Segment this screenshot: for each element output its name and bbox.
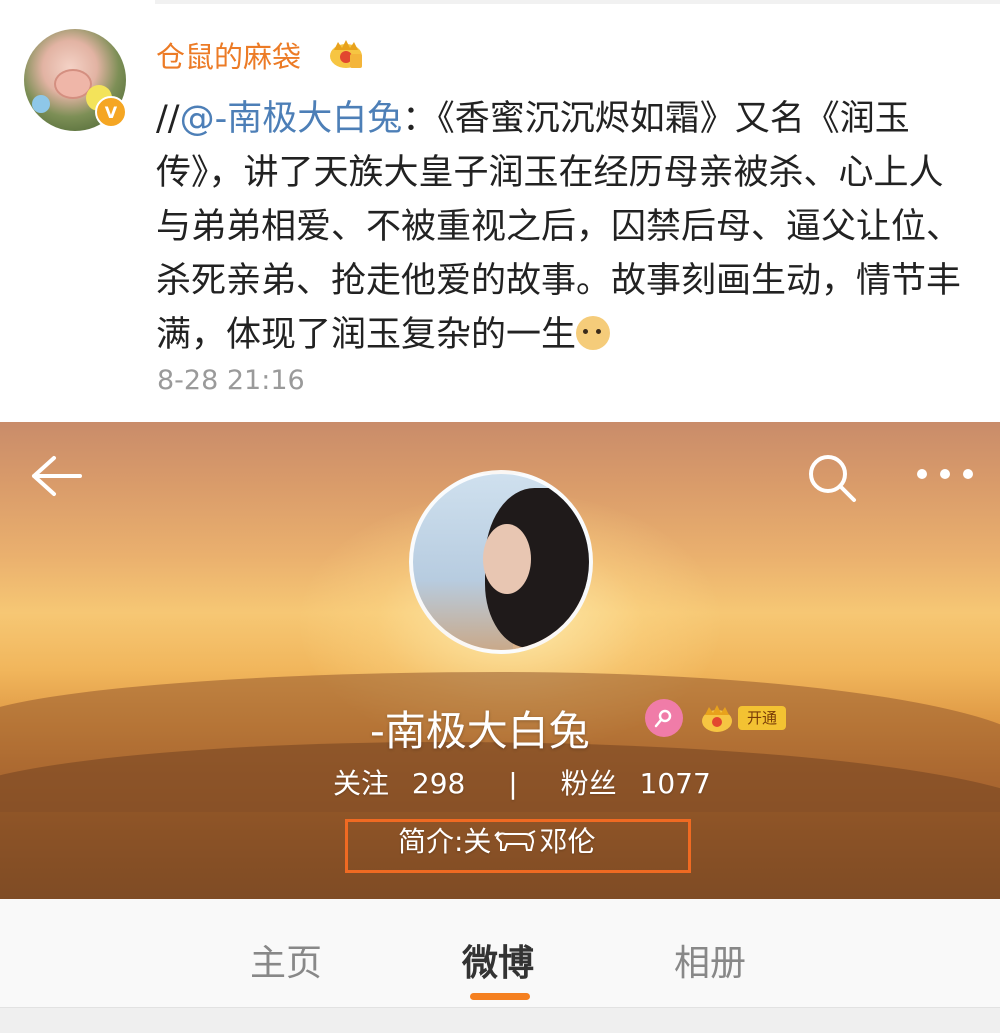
profile-tabs: 主页 微博 相册 bbox=[0, 899, 1000, 1007]
text-prefix: // bbox=[156, 99, 180, 139]
active-tab-indicator bbox=[470, 993, 530, 1000]
vip-badge[interactable]: 开通 bbox=[700, 702, 788, 734]
crown-icon bbox=[330, 40, 362, 68]
doge-emoji-icon bbox=[576, 316, 611, 350]
crown-icon bbox=[702, 705, 732, 732]
tab-album[interactable]: 相册 bbox=[674, 934, 746, 986]
post-text: //@-南极大白兔：《香蜜沉沉烬如霜》又名《润玉传》，讲了天族大皇子润玉在经历母… bbox=[156, 92, 976, 362]
back-arrow-icon[interactable] bbox=[28, 454, 84, 498]
avatar-face bbox=[483, 524, 531, 594]
verified-icon: V bbox=[95, 96, 127, 128]
following-label[interactable]: 关注 bbox=[333, 767, 389, 800]
profile-header: -南极大白兔 开通 关注 298 | 粉丝 1077 简介:关 邓伦 bbox=[0, 422, 1000, 899]
repost-card: 委屈 V 仓鼠的麻袋 //@-南极大白兔：《香蜜沉沉烬如霜》又名《润玉传》，讲了… bbox=[0, 0, 1000, 422]
divider bbox=[155, 0, 1000, 4]
following-count[interactable]: 298 bbox=[412, 767, 465, 800]
followers-count[interactable]: 1077 bbox=[640, 767, 711, 800]
bottom-strip bbox=[0, 1007, 1000, 1033]
highlight-box bbox=[345, 819, 691, 873]
profile-avatar[interactable] bbox=[409, 470, 593, 654]
avatar-ball-small bbox=[32, 95, 50, 113]
search-icon[interactable] bbox=[806, 452, 858, 504]
post-timestamp: 8-28 21:16 bbox=[157, 365, 305, 396]
tab-home[interactable]: 主页 bbox=[250, 934, 322, 986]
female-icon bbox=[645, 699, 683, 737]
mention-link[interactable]: @-南极大白兔 bbox=[180, 99, 403, 139]
profile-name: -南极大白兔 bbox=[370, 707, 590, 755]
vip-open-label[interactable]: 开通 bbox=[738, 706, 786, 730]
tab-weibo[interactable]: 微博 bbox=[462, 934, 534, 986]
profile-stats: 关注 298 | 粉丝 1077 bbox=[333, 762, 711, 802]
followers-label[interactable]: 粉丝 bbox=[561, 767, 617, 800]
more-icon[interactable] bbox=[914, 462, 976, 486]
username-link[interactable]: 仓鼠的麻袋 bbox=[156, 34, 301, 76]
stats-separator: | bbox=[508, 767, 518, 800]
